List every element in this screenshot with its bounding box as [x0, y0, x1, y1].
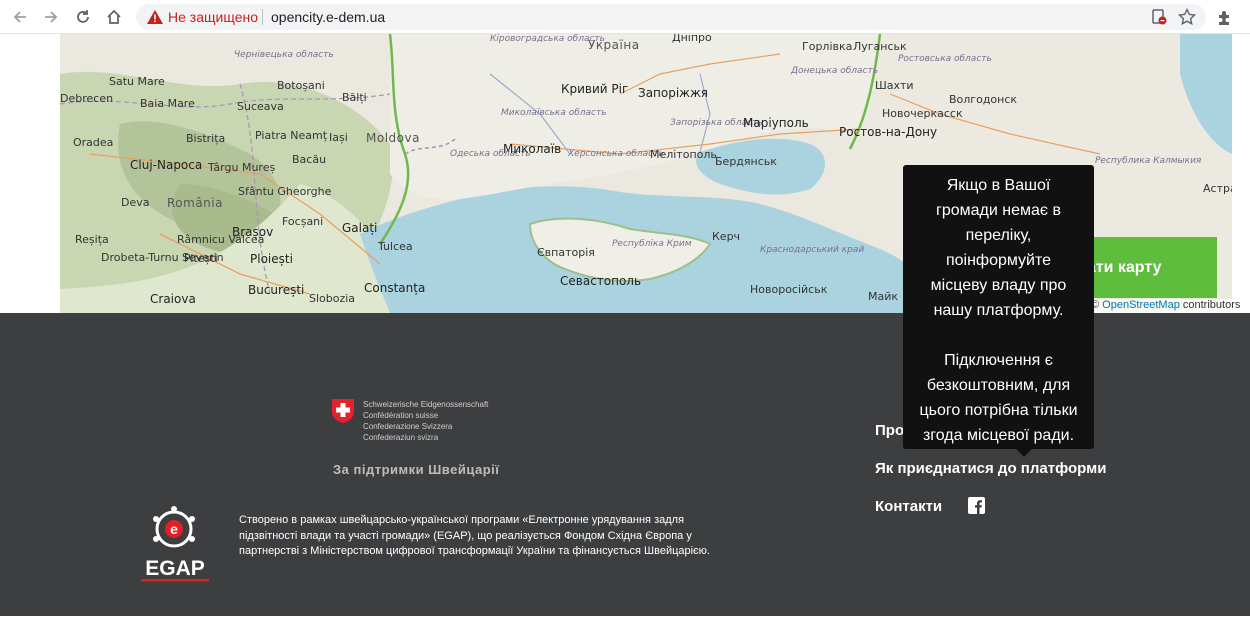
- svg-text:e: e: [170, 521, 178, 537]
- map-label: Севастополь: [560, 274, 642, 288]
- map-label: Волгодонск: [949, 93, 1018, 106]
- map-label: București: [248, 283, 305, 297]
- egap-logo: e EGAP: [141, 506, 209, 582]
- map-label: Cluj-Napoca: [130, 158, 203, 172]
- how-to-join-link[interactable]: Як приєднатися до платформи: [875, 460, 1106, 477]
- map-label: Drobeta-Turnu Severin: [101, 251, 224, 264]
- swiss-coat-of-arms-icon: [332, 399, 354, 423]
- page-bottom-edge: [0, 616, 1250, 620]
- support-label: За підтримки Швейцарії: [333, 462, 500, 477]
- map-label: Ростовська область: [898, 54, 992, 64]
- map-label: Focșani: [282, 215, 324, 228]
- map-label: Бердянськ: [715, 155, 777, 168]
- map-label: Майк: [868, 290, 899, 303]
- swiss-confederation-text: Schweizerische Eidgenossenschaft Confédé…: [363, 400, 489, 442]
- map-label: Bacău: [292, 153, 327, 166]
- map-label: Донецька область: [791, 66, 879, 76]
- map-label: Миколаїв: [503, 142, 562, 156]
- map-label: Керч: [712, 230, 741, 243]
- bookmark-star-icon[interactable]: [1178, 8, 1196, 26]
- map-label: Краснодарський край: [760, 245, 865, 255]
- map-label: Маріуполь: [743, 116, 809, 130]
- map-label: Горлівка: [802, 40, 853, 53]
- map-label: Iași: [329, 131, 348, 144]
- map-label: Республіка Крим: [612, 239, 692, 249]
- map-label: Moldova: [366, 131, 420, 145]
- map-label: Suceava: [237, 100, 284, 113]
- map-label: Кривий Ріг: [561, 82, 629, 96]
- map-label: Астра: [1203, 182, 1232, 195]
- extensions-icon[interactable]: [1216, 8, 1234, 26]
- blocked-popup-icon[interactable]: [1150, 8, 1168, 26]
- map-label: Râmnicu Vâlcea: [177, 233, 265, 246]
- map-label: România: [167, 196, 223, 210]
- tooltip-arrow: [1015, 448, 1033, 457]
- map-label: Україна: [588, 38, 640, 52]
- info-tooltip: Якщо в Вашої громади немає в переліку, п…: [903, 165, 1094, 449]
- program-description: Створено в рамках швейцарсько-українсько…: [239, 514, 710, 557]
- map-label: Bistrița: [186, 132, 226, 145]
- map-label: Ploiești: [250, 252, 293, 266]
- map-label: Oradea: [73, 136, 114, 149]
- url-text[interactable]: opencity.e-dem.ua: [271, 9, 385, 25]
- map-label: Piatra Neamț: [255, 129, 328, 142]
- map-label: Satu Mare: [109, 75, 165, 88]
- map-label: Мелітополь: [650, 148, 717, 161]
- warning-icon[interactable]: [146, 8, 164, 26]
- map-label: Slobozia: [309, 292, 356, 305]
- map-attribution: © OpenStreetMap contributors: [1087, 299, 1245, 313]
- facebook-icon[interactable]: [968, 497, 985, 514]
- reload-icon[interactable]: [73, 7, 93, 27]
- map-label: Galați: [342, 221, 378, 235]
- egap-wordmark: EGAP: [145, 557, 205, 580]
- map-label: Ростов-на-Дону: [839, 125, 938, 139]
- back-arrow-icon[interactable]: [10, 7, 30, 27]
- map-label: Луганськ: [853, 40, 907, 53]
- security-status[interactable]: Не защищено: [168, 9, 258, 25]
- map-label: Debrecen: [60, 92, 114, 105]
- map-label: Târgu Mureș: [208, 161, 276, 174]
- url-separator: [262, 9, 263, 25]
- map-label: Шахти: [875, 79, 914, 92]
- openstreetmap-link[interactable]: OpenStreetMap: [1102, 299, 1180, 311]
- map-label: Constanța: [364, 281, 426, 295]
- map-label: Tulcea: [378, 240, 413, 253]
- map-label: Республика Калмыкия: [1095, 156, 1202, 166]
- map-label: Новоросійськ: [750, 283, 828, 296]
- map-label: Запоріжжя: [638, 86, 709, 100]
- map-label: Reșița: [75, 233, 109, 246]
- map-label: Craiova: [150, 292, 196, 306]
- forward-arrow-icon[interactable]: [41, 7, 61, 27]
- home-icon[interactable]: [104, 7, 124, 27]
- contacts-link[interactable]: Контакти: [875, 498, 942, 515]
- map-label: Botoșani: [277, 79, 325, 92]
- map-label: Миколаївська область: [501, 108, 607, 118]
- map-label: Дніпро: [672, 34, 712, 44]
- browser-toolbar: Не защищено opencity.e-dem.ua: [0, 0, 1250, 34]
- map-label: Євпаторія: [537, 246, 595, 259]
- map-label: Sfântu Gheorghe: [238, 185, 332, 198]
- map-label: Новочеркасск: [882, 107, 963, 120]
- map-label: Bălți: [342, 91, 367, 104]
- map-label: Чернівецька область: [234, 50, 334, 60]
- map-label: Deva: [121, 196, 150, 209]
- map-label: Baia Mare: [140, 97, 195, 110]
